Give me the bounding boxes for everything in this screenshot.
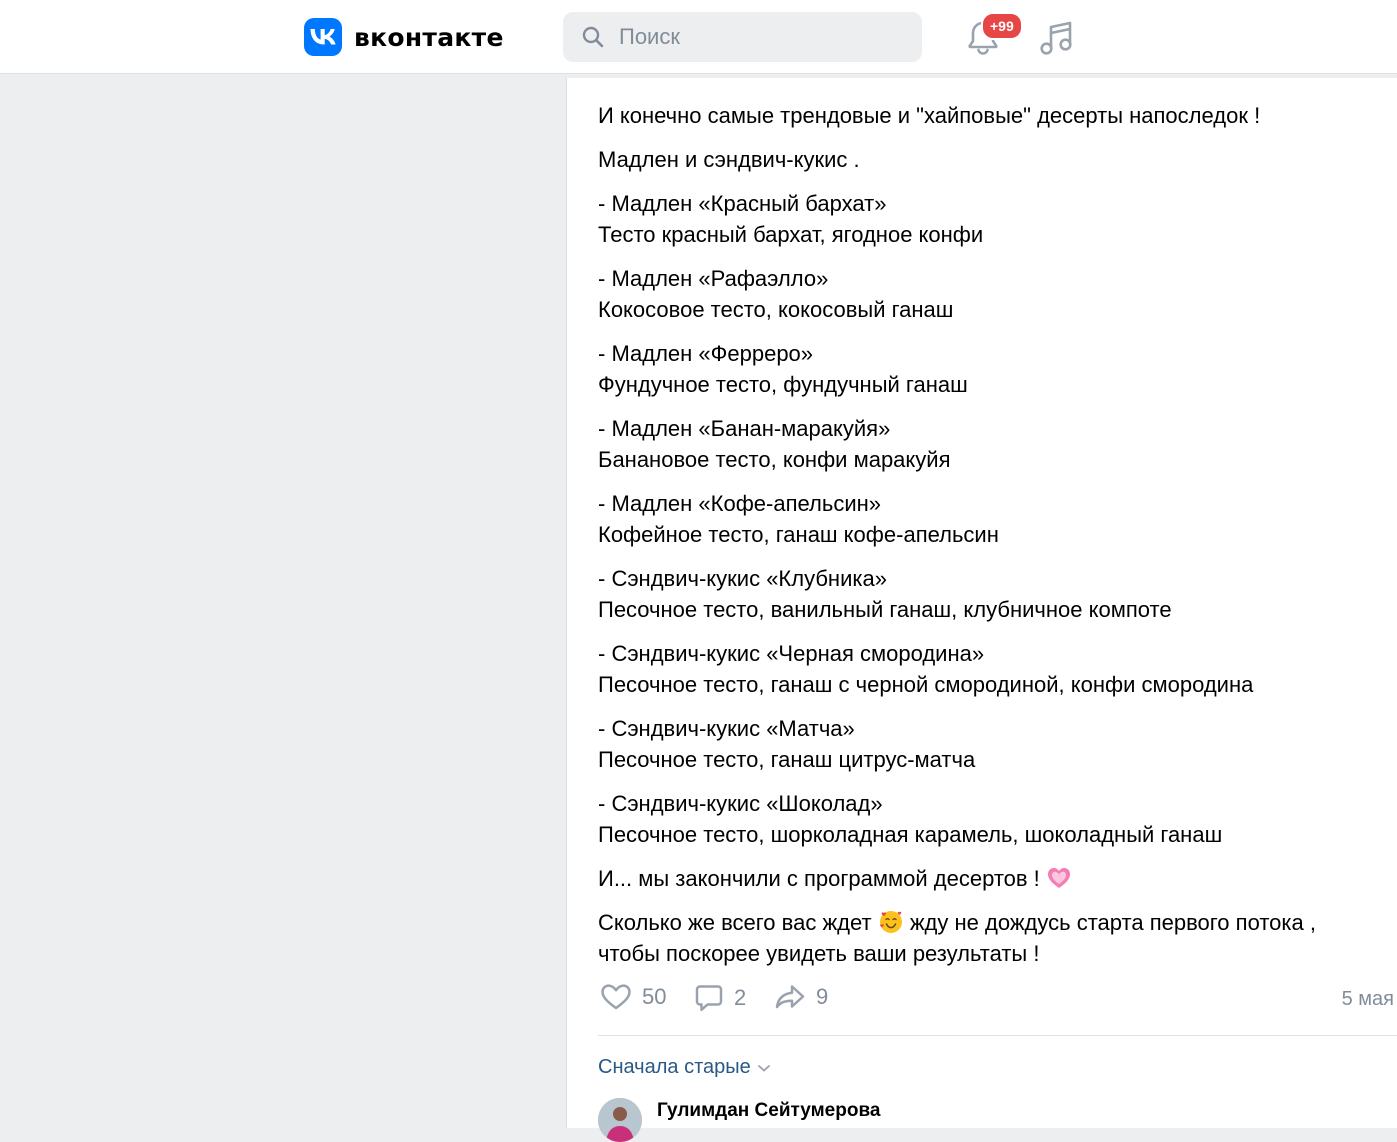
post-paragraph: Мадлен и сэндвич-кукис . (598, 144, 1378, 175)
comment-count: 2 (734, 985, 747, 1010)
avatar[interactable] (598, 1098, 642, 1142)
search-icon (582, 26, 604, 48)
dessert-description: Банановое тесто, конфи маракуйя (598, 447, 951, 472)
post-line: И... мы закончили с программой десертов … (598, 863, 1378, 894)
dessert-item: - Сэндвич-кукис «Шоколад» Песочное тесто… (598, 788, 1378, 850)
post-line: чтобы поскорее увидеть ваши результаты ! (598, 941, 1040, 966)
dessert-name: - Мадлен «Ферреро» (598, 341, 814, 366)
comment-button[interactable]: 2 (694, 983, 746, 1013)
dessert-name: - Сэндвич-кукис «Шоколад» (598, 791, 883, 816)
dessert-item: - Сэндвич-кукис «Черная смородина» Песоч… (598, 638, 1378, 700)
dessert-description: Песочное тесто, ганаш с черной смородино… (598, 672, 1254, 697)
post-paragraph: И конечно самые трендовые и "хайповые" д… (598, 100, 1378, 131)
pink-heart-emoji (1047, 868, 1070, 888)
final-text-part1: Сколько же всего вас ждет (598, 910, 872, 935)
dessert-description: Песочное тесто, ганаш цитрус-матча (598, 747, 976, 772)
wall-post: И конечно самые трендовые и "хайповые" д… (566, 78, 1397, 1142)
dessert-description: Фундучное тесто, фундучный ганаш (598, 372, 968, 397)
music-icon[interactable] (1038, 18, 1076, 58)
logo-text: вконтакте (354, 22, 504, 52)
dessert-name: - Сэндвич-кукис «Клубника» (598, 566, 887, 591)
comment-item: Гулимдан Сейтумерова (598, 1098, 1378, 1142)
heart-icon (601, 984, 631, 1010)
post-paragraph: И... мы закончили с программой десертов … (598, 863, 1378, 894)
comment-author[interactable]: Гулимдан Сейтумерова (657, 1100, 880, 1122)
post-line: И конечно самые трендовые и "хайповые" д… (598, 103, 1261, 128)
search-bar[interactable] (563, 12, 922, 62)
sort-label: Сначала старые (598, 1056, 751, 1078)
dessert-description: Кофейное тесто, ганаш кофе-апельсин (598, 522, 999, 547)
dessert-description: Тесто красный бархат, ягодное конфи (598, 222, 984, 247)
post-line: Сколько же всего вас ждет жду не дождусь… (598, 907, 1378, 938)
dessert-name: - Мадлен «Красный бархат» (598, 191, 887, 216)
smiling-face-with-hearts-emoji (879, 911, 902, 933)
dessert-description: Песочное тесто, ванильный ганаш, клубнич… (598, 597, 1172, 622)
post-actions: 50 2 9 5 мая (598, 983, 1395, 1017)
like-button[interactable]: 50 (600, 983, 666, 1011)
search-input[interactable] (617, 23, 911, 51)
comment-icon (695, 985, 723, 1012)
dessert-item: - Мадлен «Красный бархат» Тесто красный … (598, 188, 1378, 250)
dessert-description: Кокосовое тесто, кокосовый ганаш (598, 297, 954, 322)
divider (598, 1035, 1397, 1036)
dessert-item: - Мадлен «Ферреро» Фундучное тесто, фунд… (598, 338, 1378, 400)
dessert-name: - Мадлен «Банан-маракуйя» (598, 416, 891, 441)
final-text-part2: жду не дождусь старта первого потока , (909, 910, 1316, 935)
share-count: 9 (816, 984, 829, 1009)
post-text: И конечно самые трендовые и "хайповые" д… (598, 100, 1378, 982)
top-bar: вконтакте +99 (0, 0, 1397, 74)
dessert-item: - Мадлен «Рафаэлло» Кокосовое тесто, кок… (598, 263, 1378, 325)
dessert-item: - Сэндвич-кукис «Матча» Песочное тесто, … (598, 713, 1378, 775)
share-button[interactable]: 9 (774, 983, 828, 1011)
dessert-name: - Мадлен «Кофе-апельсин» (598, 491, 881, 516)
dessert-name: - Сэндвич-кукис «Черная смородина» (598, 641, 985, 666)
dessert-item: - Мадлен «Кофе-апельсин» Кофейное тесто,… (598, 488, 1378, 550)
dessert-description: Песочное тесто, шорколадная карамель, шо… (598, 822, 1223, 847)
notifications-badge: +99 (981, 12, 1023, 40)
like-count: 50 (642, 984, 667, 1009)
share-icon (775, 985, 805, 1009)
chevron-down-icon (757, 1064, 770, 1072)
post-line: Мадлен и сэндвич-кукис . (598, 147, 860, 172)
post-date[interactable]: 5 мая (1342, 988, 1394, 1011)
dessert-item: - Мадлен «Банан-маракуйя» Банановое тест… (598, 413, 1378, 475)
dessert-item: - Сэндвич-кукис «Клубника» Песочное тест… (598, 563, 1378, 625)
dessert-name: - Мадлен «Рафаэлло» (598, 266, 829, 291)
ending-text: И... мы закончили с программой десертов … (598, 866, 1040, 891)
post-paragraph: Сколько же всего вас ждет жду не дождусь… (598, 907, 1378, 969)
comments-sort-dropdown[interactable]: Сначала старые (598, 1056, 771, 1079)
dessert-name: - Сэндвич-кукис «Матча» (598, 716, 855, 741)
vk-logo[interactable]: вконтакте (304, 18, 504, 56)
vk-logo-icon (304, 18, 342, 56)
